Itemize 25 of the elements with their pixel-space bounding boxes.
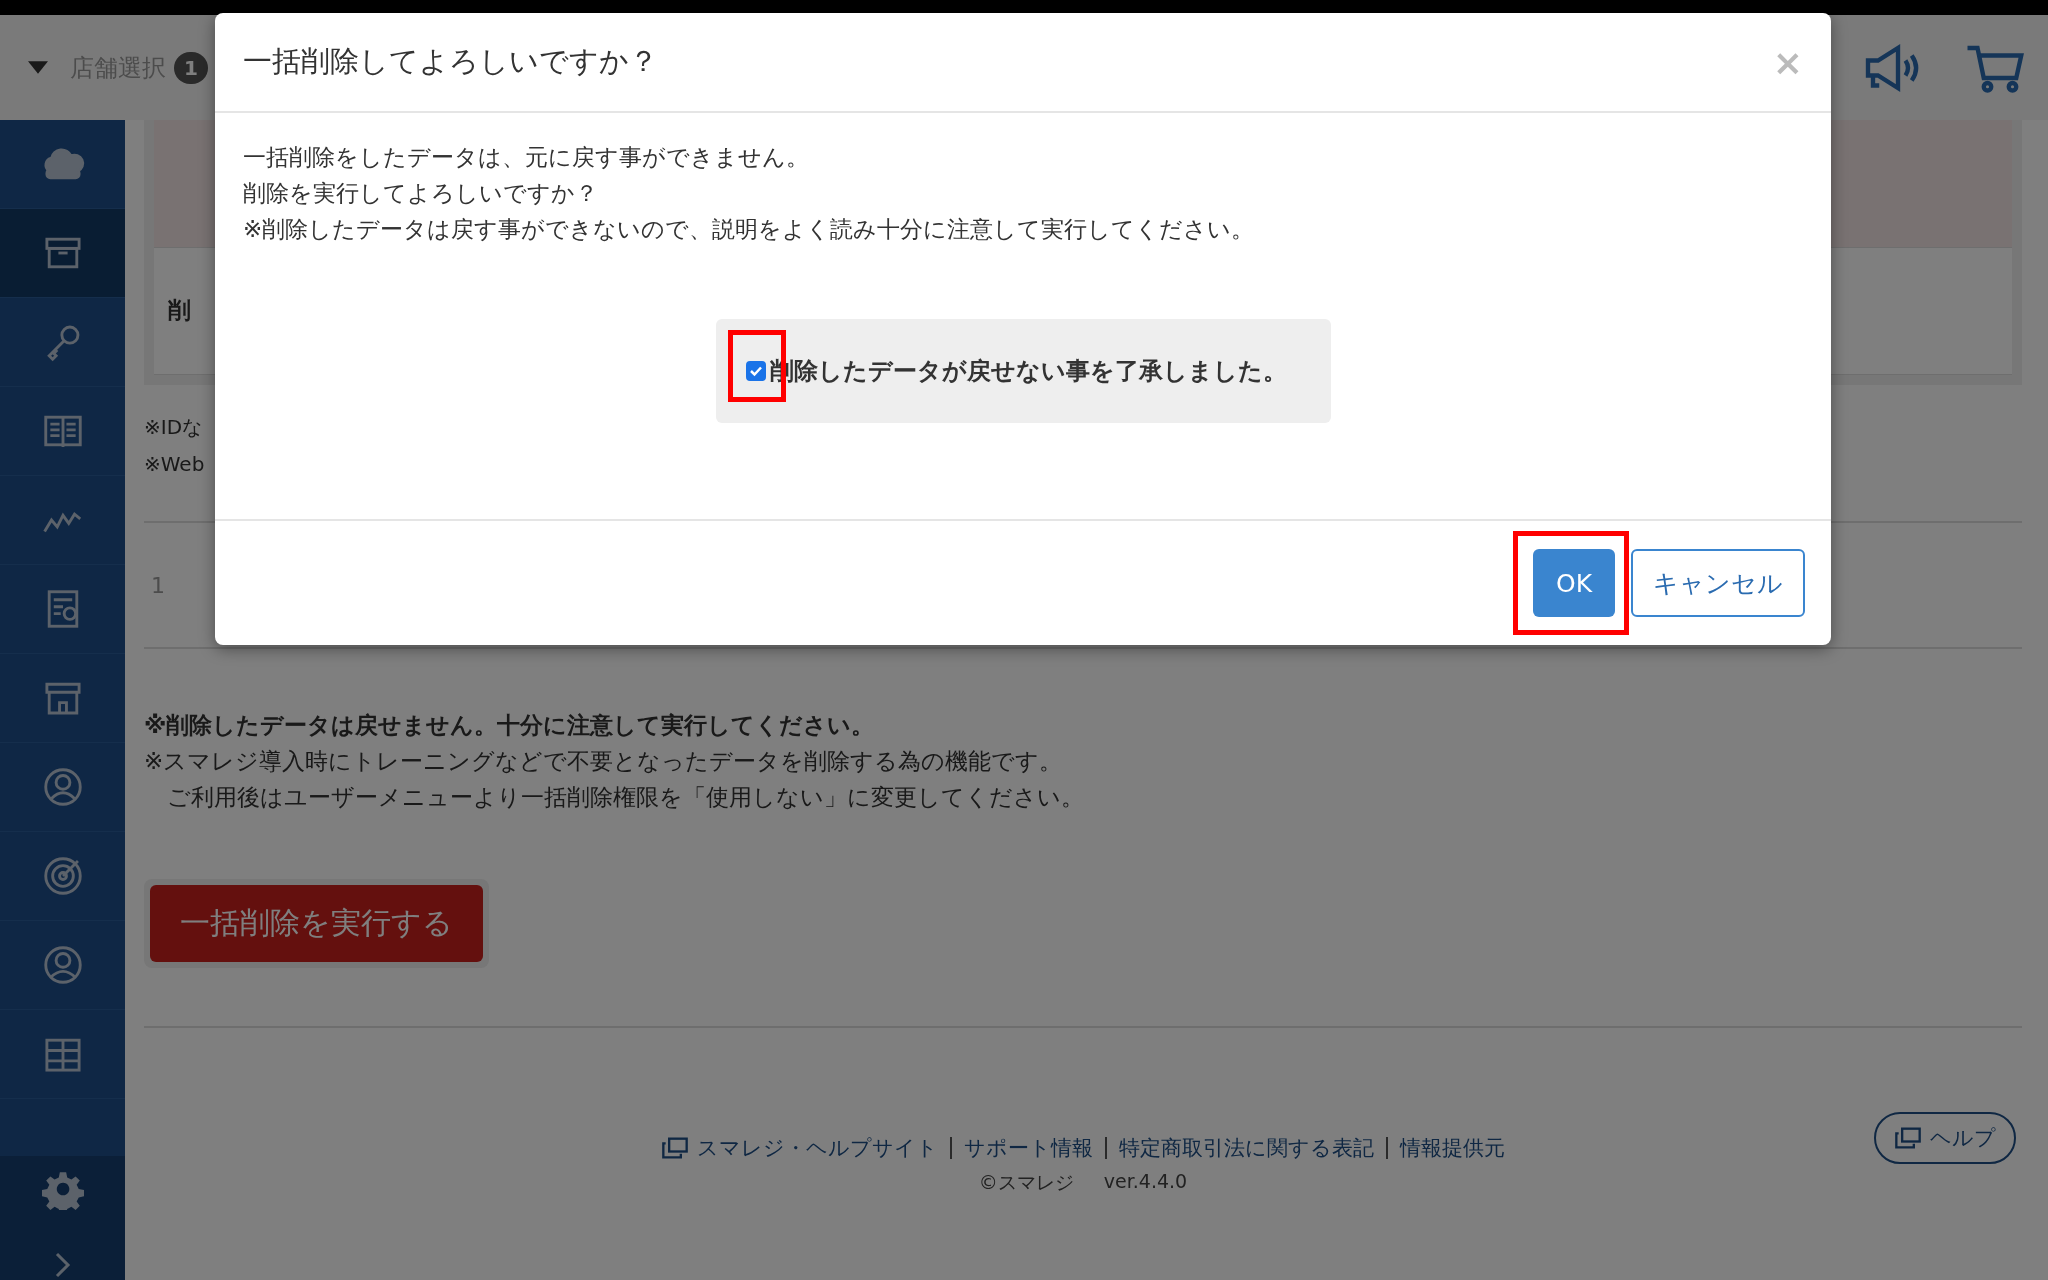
note-text: ご利用後はユーザーメニューより一括削除権限を「使用しない」に変更してください。: [166, 783, 1085, 812]
cancel-button[interactable]: キャンセル: [1631, 549, 1805, 617]
version-text: ver.4.4.0: [1103, 1170, 1188, 1194]
footer-link[interactable]: サポート情報: [964, 1134, 1093, 1162]
footer-link[interactable]: 情報提供元: [1400, 1134, 1505, 1162]
footer-link[interactable]: 特定商取引法に関する表記: [1119, 1134, 1374, 1162]
copyright-text: ©スマレジ: [978, 1170, 1074, 1195]
external-link-icon: [661, 1136, 689, 1160]
ok-button[interactable]: OK: [1533, 549, 1615, 617]
message-text: ※削除したデータは戻す事ができないので、説明をよく読み十分に注意して実行してください。: [243, 215, 1256, 244]
help-button[interactable]: ヘルプ: [1874, 1112, 2016, 1164]
caret-icon[interactable]: [28, 61, 48, 74]
dialog-title: 一括削除してよろしいですか？: [243, 43, 658, 80]
store-count-badge: 1: [174, 51, 208, 84]
sidebar-item[interactable]: [0, 209, 125, 298]
note-text: ※IDな: [144, 414, 204, 441]
message-text: 一括削除をしたデータは、元に戻す事ができません。: [243, 143, 810, 172]
table-label: 削: [168, 296, 191, 326]
warning-text: ※削除したデータは戻せません。十分に注意して実行してください。: [144, 711, 876, 740]
execute-delete-button[interactable]: 一括削除を実行する: [150, 885, 483, 962]
note-text: ※Web: [144, 451, 206, 478]
footer-link[interactable]: スマレジ・ヘルプサイト: [697, 1134, 938, 1162]
note-text: ※スマレジ導入時にトレーニングなどで不要となったデータを削除する為の機能です。: [144, 747, 1064, 776]
external-link-icon: [1894, 1126, 1922, 1150]
message-text: 削除を実行してよろしいですか？: [243, 179, 599, 208]
